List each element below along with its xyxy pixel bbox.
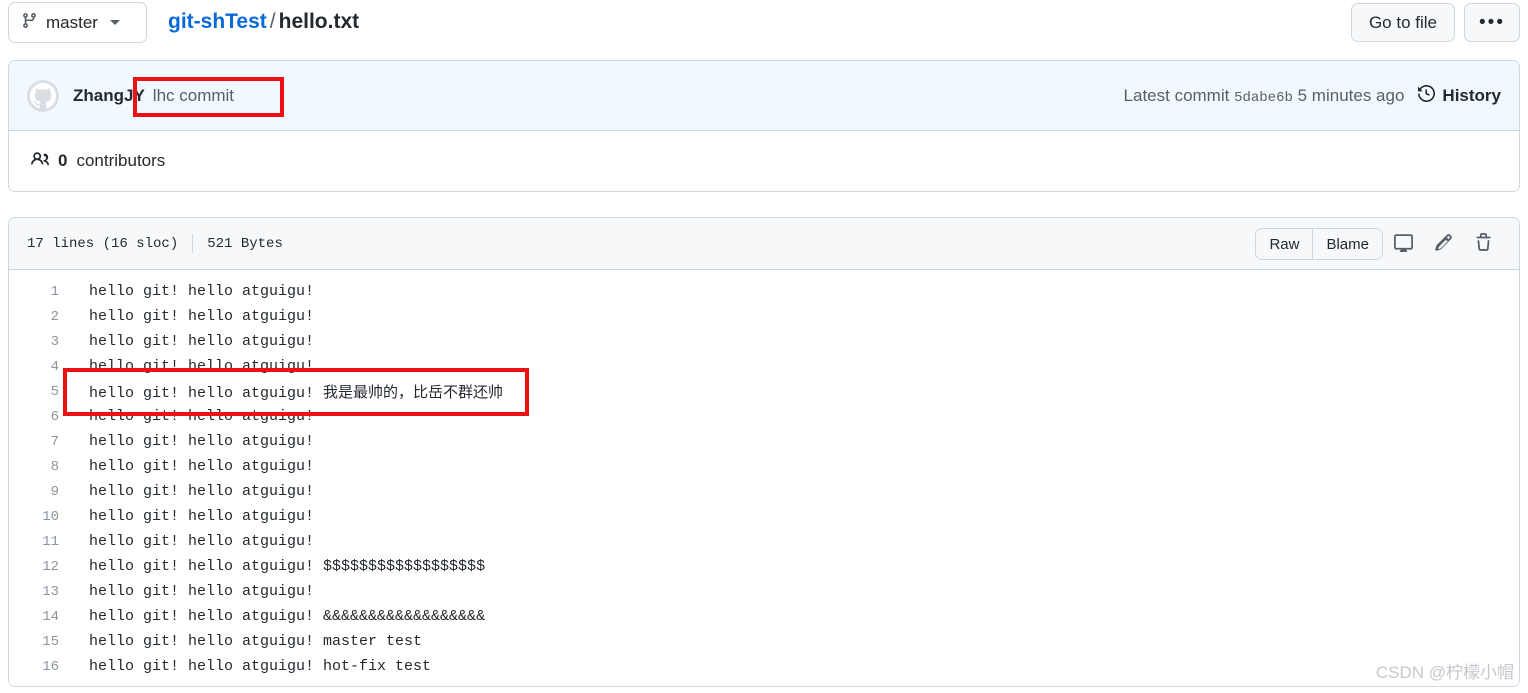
commit-sha[interactable]: 5dabe6b [1234, 90, 1293, 106]
line-number[interactable]: 3 [9, 334, 59, 350]
line-content: hello git! hello atguigu! master test [89, 633, 423, 650]
line-number[interactable]: 5 [9, 384, 59, 400]
file-stats: 17 lines (16 sloc) 521 Bytes [27, 234, 283, 253]
code-line: 12 hello git! hello atguigu! $$$$$$$$$$$$… [9, 554, 1519, 579]
line-content: hello git! hello atguigu! [89, 508, 315, 525]
code-line: 2 hello git! hello atguigu! [9, 304, 1519, 329]
branch-selector[interactable]: master [8, 2, 147, 43]
code-line: 6 hello git! hello atguigu! [9, 404, 1519, 429]
line-number[interactable]: 16 [9, 659, 59, 675]
commit-message[interactable]: lhc commit [153, 86, 234, 106]
code-line: 11 hello git! hello atguigu! [9, 529, 1519, 554]
line-number[interactable]: 1 [9, 284, 59, 300]
latest-commit-card: ZhangJY lhc commit Latest commit 5dabe6b… [8, 60, 1520, 192]
history-label: History [1442, 86, 1501, 105]
code-line: 16 hello git! hello atguigu! hot-fix test [9, 654, 1519, 679]
branch-name-label: master [46, 12, 98, 32]
breadcrumb: git-shTest / hello.txt [168, 6, 359, 38]
line-number[interactable]: 17 [9, 684, 59, 687]
code-lines-container: 1 hello git! hello atguigu! 2 hello git! h… [9, 270, 1519, 687]
github-file-view: master git-shTest / hello.txt Go to file •… [0, 0, 1528, 693]
breadcrumb-filename: hello.txt [278, 10, 360, 33]
latest-commit-info: Latest commit 5dabe6b 5 minutes ago [1124, 86, 1405, 106]
code-line: 4 hello git! hello atguigu! [9, 354, 1519, 379]
code-line: 13 hello git! hello atguigu! [9, 579, 1519, 604]
latest-commit-row: ZhangJY lhc commit Latest commit 5dabe6b… [9, 61, 1519, 131]
line-content: hello git! hello atguigu! [89, 358, 315, 375]
avatar[interactable] [27, 79, 59, 112]
file-size-label: 521 Bytes [207, 235, 283, 252]
code-line: 3 hello git! hello atguigu! [9, 329, 1519, 354]
commit-time-ago: 5 minutes ago [1297, 86, 1405, 105]
commit-author[interactable]: ZhangJY [73, 86, 145, 106]
commit-meta-group: Latest commit 5dabe6b 5 minutes ago Hist… [1124, 61, 1501, 131]
raw-button[interactable]: Raw [1256, 229, 1313, 259]
code-line: 9 hello git! hello atguigu! [9, 479, 1519, 504]
repo-file-toolbar: master git-shTest / hello.txt Go to file •… [0, 0, 1528, 46]
line-number[interactable]: 6 [9, 409, 59, 425]
raw-blame-button-group: Raw Blame [1255, 228, 1383, 260]
breadcrumb-separator: / [269, 10, 276, 33]
code-line: 15 hello git! hello atguigu! master test [9, 629, 1519, 654]
code-line: 14 hello git! hello atguigu! &&&&&&&&&&&&… [9, 604, 1519, 629]
edit-file-button[interactable] [1423, 228, 1463, 260]
line-content: hello git! hello atguigu! hot-fix test [89, 658, 432, 675]
line-number[interactable]: 10 [9, 509, 59, 525]
git-branch-icon [21, 12, 38, 34]
line-number[interactable]: 7 [9, 434, 59, 450]
file-content-card: 17 lines (16 sloc) 521 Bytes Raw Blame 1… [8, 217, 1520, 687]
line-number[interactable]: 14 [9, 609, 59, 625]
code-line: 1 hello git! hello atguigu! [9, 279, 1519, 304]
pencil-icon [1434, 233, 1453, 255]
more-options-button[interactable]: ••• [1464, 3, 1520, 42]
code-line: 8 hello git! hello atguigu! [9, 454, 1519, 479]
contributors-count: 0 [58, 151, 68, 170]
contributors-label: contributors [76, 151, 166, 170]
line-number[interactable]: 2 [9, 309, 59, 325]
history-clock-icon [1418, 84, 1436, 107]
code-line: 10 hello git! hello atguigu! [9, 504, 1519, 529]
line-content: hello git! hello atguigu! &&&&&&&&&&&&&&… [89, 608, 486, 625]
line-number[interactable]: 9 [9, 484, 59, 500]
line-content: hello git! hello atguigu! 我是最帅的，比岳不群还帅 [89, 385, 504, 402]
line-content: hello git! hello atguigu! $$$$$$$$$$$$$$… [89, 558, 486, 575]
trash-icon [1474, 233, 1493, 255]
line-content: hello git! hello atguigu! [89, 583, 315, 600]
code-line: 5 hello git! hello atguigu! 我是最帅的，比岳不群还帅 [9, 379, 1519, 404]
file-action-group: Raw Blame [1255, 218, 1503, 270]
line-number[interactable]: 13 [9, 584, 59, 600]
people-icon [31, 150, 50, 173]
line-number[interactable]: 11 [9, 534, 59, 550]
breadcrumb-repo-link[interactable]: git-shTest [168, 10, 267, 33]
line-content: hello git! hello atguigu! [89, 533, 315, 550]
csdn-watermark: CSDN @柠檬小帽 [1375, 663, 1514, 682]
line-content: hello git! hello atguigu! [89, 433, 315, 450]
kebab-menu-icon: ••• [1479, 11, 1505, 33]
line-content: hello git! hello atguigu! [89, 333, 315, 350]
line-number[interactable]: 15 [9, 634, 59, 650]
contributors-row[interactable]: 0 contributors [9, 131, 1519, 191]
line-content: hello git! hello atguigu! [89, 408, 315, 425]
delete-file-button[interactable] [1463, 228, 1503, 260]
line-number[interactable]: 4 [9, 359, 59, 375]
line-number[interactable]: 8 [9, 459, 59, 475]
line-number[interactable]: 12 [9, 559, 59, 575]
line-content: hello git! hello atguigu! [89, 483, 315, 500]
chevron-down-icon [109, 20, 120, 25]
code-line: 17 [9, 679, 1519, 687]
file-stats-divider [192, 234, 194, 253]
file-header-bar: 17 lines (16 sloc) 521 Bytes Raw Blame [9, 218, 1519, 270]
line-content: hello git! hello atguigu! [89, 308, 315, 325]
go-to-file-button[interactable]: Go to file [1350, 3, 1455, 42]
blame-button[interactable]: Blame [1312, 229, 1382, 259]
line-content: hello git! hello atguigu! [89, 458, 315, 475]
desktop-download-icon [1393, 233, 1413, 255]
file-lines-label: 17 lines (16 sloc) [27, 235, 179, 252]
latest-commit-label: Latest commit [1123, 86, 1230, 105]
history-link[interactable]: History [1418, 84, 1501, 107]
line-content: hello git! hello atguigu! [89, 283, 315, 300]
open-in-desktop-button[interactable] [1383, 228, 1423, 260]
code-line: 7 hello git! hello atguigu! [9, 429, 1519, 454]
go-to-file-label: Go to file [1368, 12, 1437, 32]
